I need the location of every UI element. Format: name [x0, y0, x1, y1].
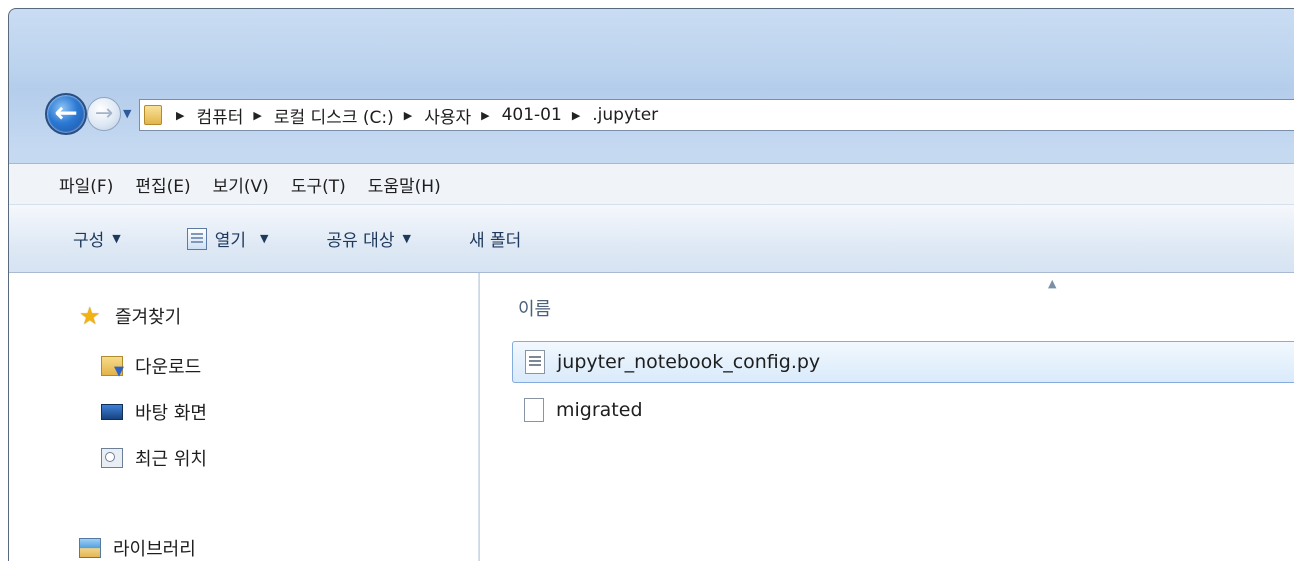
breadcrumb-users[interactable]: 사용자 [424, 103, 471, 128]
share-with-button[interactable]: 공유 대상 ▼ [327, 226, 411, 251]
breadcrumb-user-folder[interactable]: 401-01 [502, 105, 562, 125]
open-button[interactable]: 열기 ▼ [186, 226, 269, 251]
menu-tools[interactable]: 도구(T) [291, 172, 346, 197]
organize-button[interactable]: 구성 ▼ [73, 226, 121, 251]
file-row[interactable]: jupyter_notebook_config.py [512, 341, 1294, 383]
downloads-folder-icon [101, 356, 124, 379]
sort-ascending-icon: ▲ [1048, 277, 1057, 290]
menu-file[interactable]: 파일(F) [59, 172, 113, 197]
explorer-window: ← → ▼ ▶ 컴퓨터 ▶ 로컬 디스크 (C:) ▶ 사용자 ▶ 401-01… [8, 8, 1294, 561]
breadcrumb-local-disk[interactable]: 로컬 디스크 (C:) [274, 103, 394, 128]
chevron-down-icon: ▼ [112, 232, 121, 245]
forward-button[interactable]: → [87, 97, 121, 131]
chevron-down-icon: ▼ [402, 232, 411, 245]
nav-recent-places[interactable]: 최근 위치 [101, 445, 207, 471]
address-bar[interactable]: ▶ 컴퓨터 ▶ 로컬 디스크 (C:) ▶ 사용자 ▶ 401-01 ▶ .ju… [139, 99, 1294, 131]
recent-places-icon [101, 448, 123, 468]
menu-edit[interactable]: 편집(E) [135, 172, 190, 197]
navigation-bar: ← → ▼ ▶ 컴퓨터 ▶ 로컬 디스크 (C:) ▶ 사용자 ▶ 401-01… [33, 89, 1294, 139]
back-arrow-icon: ← [54, 96, 78, 129]
column-header-name[interactable]: 이름 [518, 295, 551, 321]
nav-libraries[interactable]: 라이브러리 [79, 535, 196, 561]
blank-file-icon [524, 398, 544, 422]
chevron-right-icon[interactable]: ▶ [481, 109, 489, 122]
forward-arrow-icon: → [94, 101, 114, 126]
star-icon: ★ [79, 302, 101, 330]
nav-desktop[interactable]: 바탕 화면 [101, 399, 207, 425]
title-bar [9, 9, 1294, 85]
libraries-icon [79, 538, 101, 558]
file-row[interactable]: migrated [512, 389, 1294, 431]
new-folder-button[interactable]: 새 폴더 [469, 226, 521, 251]
nav-downloads[interactable]: 다운로드 [101, 353, 201, 379]
breadcrumb-computer[interactable]: 컴퓨터 [196, 103, 243, 128]
chevron-right-icon[interactable]: ▶ [253, 109, 261, 122]
chevron-down-icon: ▼ [260, 232, 269, 245]
back-button[interactable]: ← [45, 93, 87, 135]
menu-view[interactable]: 보기(V) [213, 172, 269, 197]
chevron-right-icon[interactable]: ▶ [404, 109, 412, 122]
desktop-icon [101, 404, 123, 420]
folder-icon [144, 105, 162, 125]
python-file-icon [525, 350, 545, 374]
command-bar: 구성 ▼ 열기 ▼ 공유 대상 ▼ 새 폴더 [9, 205, 1294, 273]
menu-help[interactable]: 도움말(H) [368, 172, 441, 197]
recent-pages-dropdown[interactable]: ▼ [123, 107, 131, 120]
breadcrumb-jupyter[interactable]: .jupyter [592, 105, 658, 125]
navigation-pane: ★ 즐겨찾기 다운로드 바탕 화면 최근 위치 라이브러리 [9, 273, 479, 561]
menu-bar: 파일(F) 편집(E) 보기(V) 도구(T) 도움말(H) [9, 163, 1294, 205]
open-document-icon [186, 227, 207, 250]
chevron-right-icon[interactable]: ▶ [176, 109, 184, 122]
chevron-right-icon[interactable]: ▶ [572, 109, 580, 122]
nav-favorites[interactable]: ★ 즐겨찾기 [79, 303, 181, 329]
file-list-pane: ▲ 이름 jupyter_notebook_config.py migrated [480, 273, 1294, 561]
